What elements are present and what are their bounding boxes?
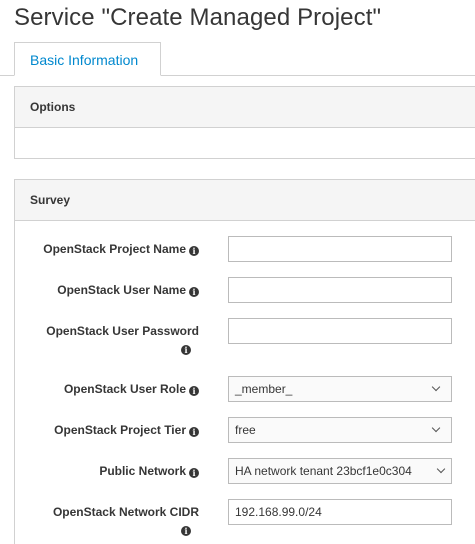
tab-bar: Basic Information [0, 42, 475, 76]
chevron-down-icon [436, 464, 446, 474]
user-password-label: OpenStack User Password [46, 324, 199, 338]
project-name-input[interactable] [228, 236, 452, 262]
page-title: Service "Create Managed Project" [14, 4, 382, 31]
network-cidr-input[interactable] [228, 499, 452, 525]
user-password-input[interactable] [228, 318, 452, 344]
survey-heading: Survey [15, 180, 475, 221]
project-name-label: OpenStack Project Name i [43, 241, 199, 257]
public-network-select[interactable]: HA network tenant 23bcf1e0c304 [228, 458, 452, 484]
info-circle-icon[interactable]: i [189, 386, 199, 396]
user-name-label: OpenStack User Name i [57, 282, 199, 298]
info-circle-icon[interactable]: i [181, 526, 191, 536]
options-panel: Options [14, 86, 475, 159]
info-circle-icon[interactable]: i [189, 427, 199, 437]
options-heading: Options [15, 87, 475, 128]
chevron-down-icon [431, 423, 441, 433]
survey-panel: Survey OpenStack Project Name i OpenStack… [14, 179, 475, 544]
info-circle-icon[interactable]: i [181, 345, 191, 355]
user-role-select[interactable]: _member_ [228, 376, 452, 402]
info-circle-icon[interactable]: i [189, 287, 199, 297]
user-role-label: OpenStack User Role i [64, 381, 199, 397]
public-network-label: Public Network i [99, 463, 199, 479]
info-circle-icon[interactable]: i [189, 468, 199, 478]
network-cidr-label: OpenStack Network CIDR [52, 505, 199, 519]
chevron-down-icon [431, 382, 441, 392]
project-tier-select[interactable]: free [228, 417, 452, 443]
project-tier-label: OpenStack Project Tier i [54, 422, 199, 438]
tab-basic-information[interactable]: Basic Information [14, 42, 161, 76]
info-circle-icon[interactable]: i [189, 246, 199, 256]
user-name-input[interactable] [228, 277, 452, 303]
